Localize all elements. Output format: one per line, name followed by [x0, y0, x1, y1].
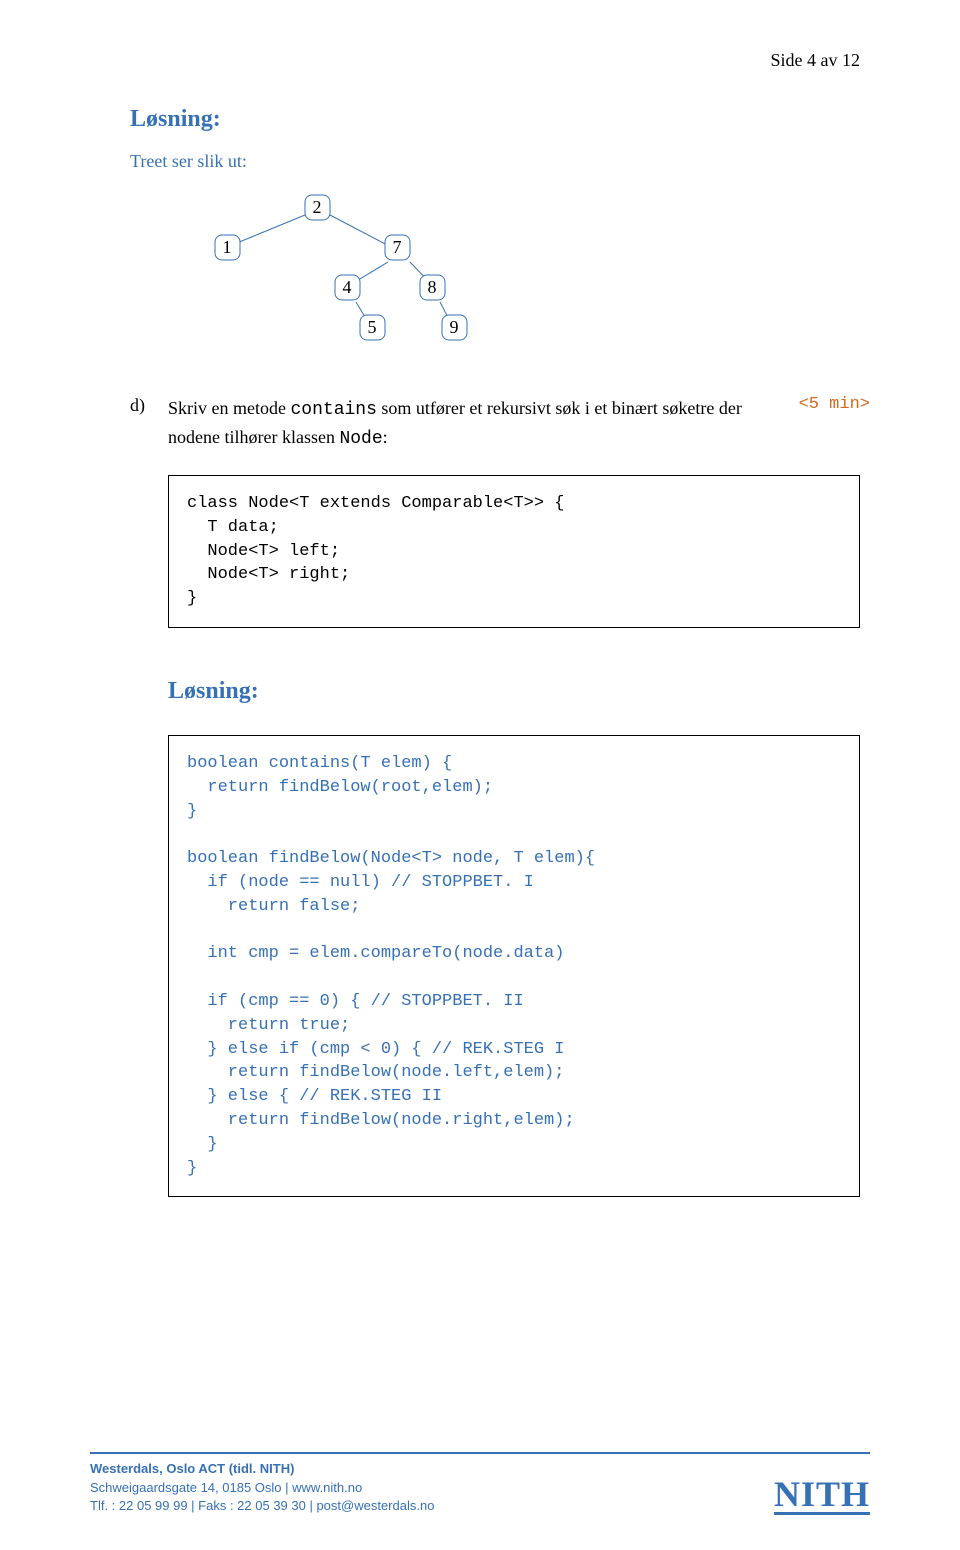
code-contains-method: boolean contains(T elem) { return findBe…: [168, 735, 860, 1197]
code-node-class: class Node<T extends Comparable<T>> { T …: [168, 475, 860, 628]
page-number: Side 4 av 12: [130, 50, 870, 71]
time-estimate: <5 min>: [799, 395, 870, 414]
tree-node-8: 8: [428, 277, 437, 297]
solution-heading-2: Løsning:: [168, 678, 870, 705]
footer-address-line: Schweigaardsgate 14, 0185 Oslo | www.nit…: [90, 1480, 362, 1495]
task-d: d) Skriv en metode contains som utfører …: [130, 395, 870, 453]
page-footer: Westerdals, Oslo ACT (tidl. NITH) Schwei…: [90, 1452, 870, 1515]
footer-rule: [90, 1452, 870, 1454]
tree-node-9: 9: [450, 317, 459, 337]
footer-address: Westerdals, Oslo ACT (tidl. NITH) Schwei…: [90, 1460, 434, 1515]
tree-node-4: 4: [343, 277, 352, 297]
nith-logo: NITH: [774, 1476, 870, 1515]
task-label: d): [130, 395, 168, 416]
task-text-post: :: [383, 427, 388, 447]
solution-heading-1: Løsning:: [130, 106, 870, 133]
footer-org-name: Westerdals, Oslo ACT (tidl. NITH): [90, 1461, 294, 1476]
tree-node-7: 7: [393, 237, 402, 257]
tree-node-2: 2: [313, 197, 322, 217]
task-description: Skriv en metode contains som utfører et …: [168, 395, 791, 453]
task-text-pre: Skriv en metode: [168, 398, 290, 418]
tree-diagram: 2 1 7 4 8 5 9: [210, 190, 870, 355]
task-code-contains: contains: [290, 400, 376, 420]
tree-node-1: 1: [223, 237, 232, 257]
task-code-node: Node: [339, 429, 382, 449]
tree-intro-text: Treet ser slik ut:: [130, 151, 870, 172]
tree-node-5: 5: [368, 317, 377, 337]
footer-contact-line: Tlf. : 22 05 99 99 | Faks : 22 05 39 30 …: [90, 1498, 434, 1513]
